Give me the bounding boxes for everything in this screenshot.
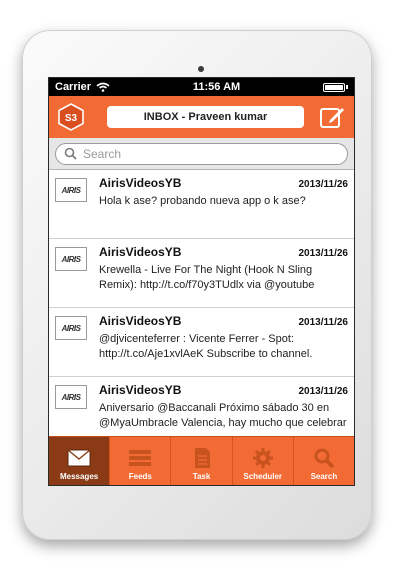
wifi-icon: [96, 82, 110, 92]
message-sender: AirisVideosYB: [99, 176, 182, 190]
gear-icon: [252, 448, 273, 468]
tab-task[interactable]: Task: [171, 437, 233, 485]
tab-feeds[interactable]: Feeds: [110, 437, 172, 485]
search-input[interactable]: Search: [55, 142, 348, 165]
message-text: Hola k ase? probando nueva app o k ase?: [99, 195, 306, 207]
search-icon: [64, 147, 77, 160]
camera-icon: [198, 66, 204, 72]
message-text: Krewella - Live For The Night (Hook N Sl…: [99, 264, 315, 291]
search-bar: Search: [49, 138, 354, 170]
tab-scheduler[interactable]: Scheduler: [233, 437, 294, 485]
app-screen: Carrier 11:56 AM S3 INBOX - Praveen kuma…: [48, 77, 355, 486]
magnifier-icon: [314, 448, 335, 469]
message-sender: AirisVideosYB: [99, 314, 182, 328]
logo-text: S3: [65, 113, 78, 124]
envelope-icon: [67, 449, 91, 467]
avatar: AIRIS: [55, 385, 87, 409]
avatar: AIRIS: [55, 316, 87, 340]
tab-messages[interactable]: Messages: [49, 437, 111, 485]
tab-label: Feeds: [128, 472, 152, 481]
avatar: AIRIS: [55, 247, 87, 271]
search-placeholder: Search: [83, 146, 122, 161]
message-date: 2013/11/26: [298, 179, 349, 190]
message-text: Aniversario @Baccanali Próximo sábado 30…: [99, 402, 347, 429]
app-logo[interactable]: S3: [57, 103, 85, 131]
avatar: AIRIS: [55, 178, 87, 202]
tab-label: Messages: [59, 472, 99, 481]
list-icon: [129, 450, 152, 466]
compose-icon[interactable]: [318, 103, 346, 131]
message-sender: AirisVideosYB: [99, 383, 182, 397]
inbox-title[interactable]: INBOX - Praveen kumar: [107, 106, 304, 128]
hexagon-logo-icon: S3: [58, 103, 84, 131]
message-date: 2013/11/26: [298, 248, 349, 259]
message-row[interactable]: AIRIS AirisVideosYB 2013/11/26 Aniversar…: [49, 377, 354, 436]
message-row[interactable]: AIRIS AirisVideosYB 2013/11/26 Hola k as…: [49, 170, 354, 239]
document-icon: [194, 448, 210, 468]
message-date: 2013/11/26: [298, 317, 349, 328]
tab-bar: Messages Feeds Task Scheduler Search: [49, 436, 354, 485]
tab-label: Task: [192, 472, 211, 481]
message-list[interactable]: AIRIS AirisVideosYB 2013/11/26 Hola k as…: [49, 170, 354, 436]
tab-search[interactable]: Search: [294, 437, 354, 485]
status-time: 11:56 AM: [192, 81, 241, 93]
message-date: 2013/11/26: [298, 386, 349, 397]
status-bar: Carrier 11:56 AM: [49, 78, 354, 96]
app-header: S3 INBOX - Praveen kumar: [49, 96, 354, 138]
message-row[interactable]: AIRIS AirisVideosYB 2013/11/26 Krewella …: [49, 239, 354, 308]
carrier-label: Carrier: [55, 81, 92, 93]
message-sender: AirisVideosYB: [99, 245, 182, 259]
message-row[interactable]: AIRIS AirisVideosYB 2013/11/26 @djvicent…: [49, 308, 354, 377]
tab-label: Scheduler: [243, 472, 283, 481]
tab-label: Search: [310, 472, 338, 481]
message-text: @djvicenteferrer : Vicente Ferrer - Spot…: [99, 333, 313, 360]
battery-icon: [323, 82, 348, 92]
